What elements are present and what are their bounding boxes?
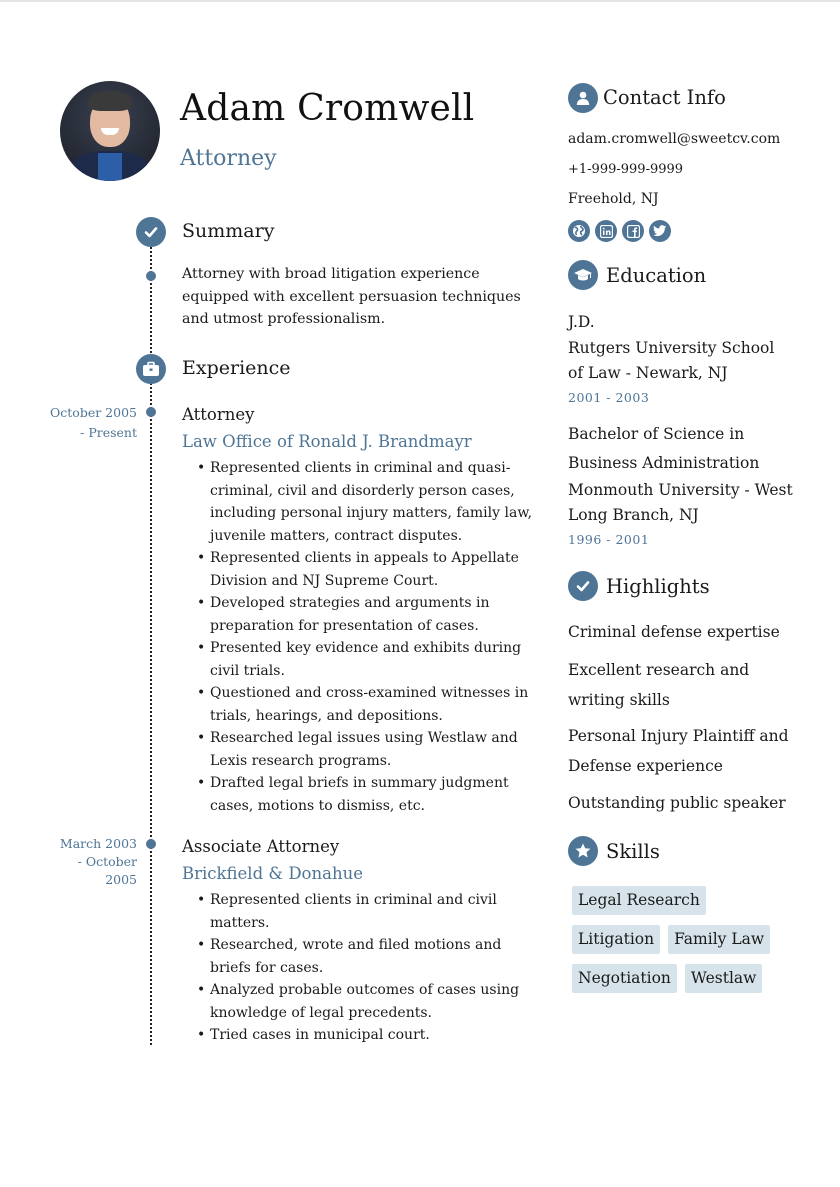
contact-location: Freehold, NJ [568,191,659,207]
education-school: Monmouth University - West Long Branch, … [568,481,793,524]
candidate-name: Adam Cromwell [180,88,475,129]
contact-heading: Contact Info [603,86,726,109]
job-bullet: Tried cases in municipal court. [196,1024,541,1047]
job-date-start: March 2003 [59,836,137,851]
job-bullet: Presented key evidence and exhibits duri… [196,637,541,682]
skills-list: Legal Research Litigation Family Law Neg… [572,886,802,993]
contact-phone[interactable]: +1-999-999-9999 [568,162,798,177]
job-timeline-dot [146,839,156,849]
education-school: Rutgers University School of Law - Newar… [568,339,775,382]
experience-heading: Experience [182,357,291,379]
highlight-item: Personal Injury Plaintiff and Defense ex… [568,727,789,775]
summary-timeline-dot [146,271,156,281]
facebook-icon[interactable] [622,220,644,242]
job-bullet: Represented clients in appeals to Appell… [196,547,541,592]
linkedin-icon[interactable] [595,220,617,242]
twitter-icon[interactable] [649,220,671,242]
star-icon [568,836,598,866]
contact-email[interactable]: adam.cromwell@sweetcv.com [568,131,798,147]
highlight-item: Outstanding public speaker [568,794,786,812]
graduation-cap-icon [568,260,598,290]
education-dates: 2001 - 2003 [568,390,650,405]
job-role: Attorney [182,405,255,424]
job-bullet: Represented clients in criminal and civi… [196,889,541,934]
user-icon [568,83,598,113]
candidate-title: Attorney [180,146,277,171]
job-bullet: Developed strategies and arguments in pr… [196,592,541,637]
highlight-item: Criminal defense expertise [568,623,780,641]
job-date-end: - Present [80,425,137,440]
job-date: March 2003 - October 2005 [37,835,137,889]
education-entry: Bachelor of Science in Business Administ… [568,420,793,547]
summary-heading: Summary [182,220,275,242]
skills-heading: Skills [606,840,660,863]
education-entry: J.D. Rutgers University School of Law - … [568,308,793,405]
highlights-heading: Highlights [606,575,710,598]
education-degree: Bachelor of Science in Business Administ… [568,425,760,472]
skill-tag: Family Law [668,925,771,954]
skill-tag: Westlaw [684,964,763,993]
photo-hair [88,91,132,111]
job-company: Brickfield & Donahue [182,864,363,883]
education-degree: J.D. [568,313,595,331]
briefcase-icon [136,354,166,384]
skill-tag: Legal Research [572,886,706,915]
education-dates: 1996 - 2001 [568,532,650,547]
job-bullets: Represented clients in criminal and civi… [196,889,541,1047]
skill-tag: Litigation [572,925,661,954]
highlight-item: Excellent research and writing skills [568,661,750,709]
job-role: Associate Attorney [182,837,340,856]
job-bullet: Questioned and cross-examined witnesses … [196,682,541,727]
profile-photo [60,81,160,181]
job-bullet: Researched, wrote and filed motions and … [196,934,541,979]
job-timeline-dot [146,407,156,417]
skill-tag: Negotiation [572,964,677,993]
job-bullet: Represented clients in criminal and quas… [196,457,541,547]
job-bullet: Researched legal issues using Westlaw an… [196,727,541,772]
highlights-check-icon [568,571,598,601]
summary-check-icon [136,217,166,247]
summary-text: Attorney with broad litigation experienc… [182,266,521,327]
job-bullet: Analyzed probable outcomes of cases usin… [196,979,541,1024]
globe-icon[interactable] [568,220,590,242]
job-date-end: - October 2005 [77,854,137,887]
photo-shirt [98,153,122,181]
job-bullet: Drafted legal briefs in summary judgment… [196,772,541,817]
job-company: Law Office of Ronald J. Brandmayr [182,432,472,451]
job-bullets: Represented clients in criminal and quas… [196,457,541,817]
job-date: October 2005 - Present [37,403,137,443]
job-date-start: October 2005 [50,405,137,420]
education-heading: Education [606,264,707,287]
